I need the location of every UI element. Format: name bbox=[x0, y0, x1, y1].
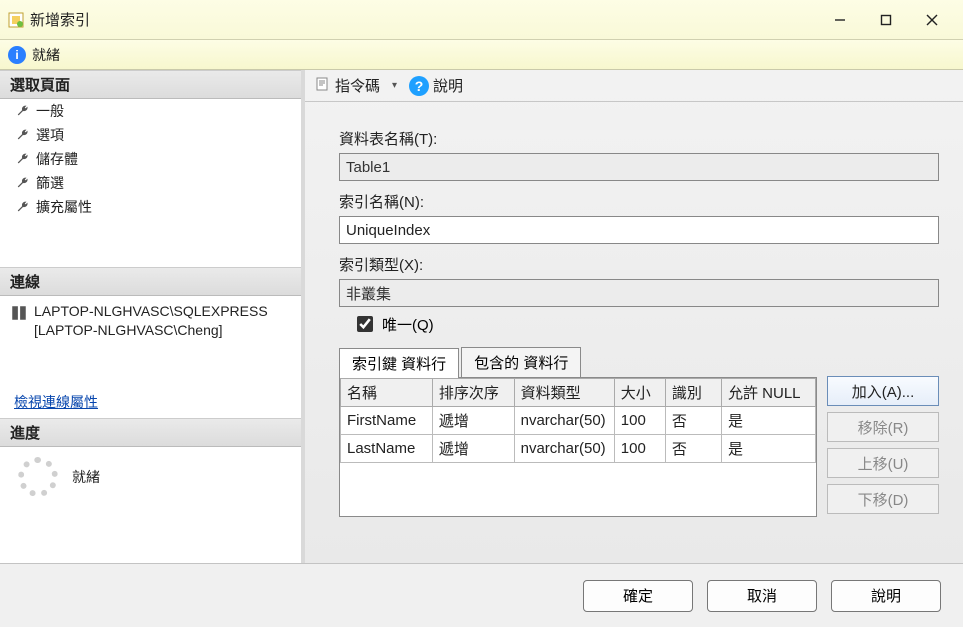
connection-item: LAPTOP-NLGHVASC\SQLEXPRESS [LAPTOP-NLGHV… bbox=[0, 296, 301, 346]
minimize-button[interactable] bbox=[817, 0, 863, 40]
close-button[interactable] bbox=[909, 0, 955, 40]
col-header-sort[interactable]: 排序次序 bbox=[432, 379, 514, 407]
script-button[interactable]: 指令碼 bbox=[311, 73, 384, 98]
progress-status: 就緒 bbox=[0, 447, 301, 507]
columns-grid[interactable]: 名稱 排序次序 資料類型 大小 識別 允許 NULL FirstName bbox=[339, 377, 817, 517]
cell-null: 是 bbox=[722, 407, 816, 435]
window-title: 新增索引 bbox=[30, 9, 90, 30]
unique-label: 唯一(Q) bbox=[382, 314, 434, 335]
move-up-button[interactable]: 上移(U) bbox=[827, 448, 939, 478]
tab-key-columns[interactable]: 索引鍵 資料行 bbox=[339, 348, 459, 378]
sidebar-page-label: 一般 bbox=[36, 101, 64, 121]
status-text: 就緒 bbox=[32, 45, 60, 65]
table-row[interactable]: FirstName 遞增 nvarchar(50) 100 否 是 bbox=[341, 407, 816, 435]
move-down-button[interactable]: 下移(D) bbox=[827, 484, 939, 514]
progress-text: 就緒 bbox=[72, 467, 100, 487]
maximize-button[interactable] bbox=[863, 0, 909, 40]
cell-name: LastName bbox=[341, 435, 433, 463]
table-row[interactable]: LastName 遞增 nvarchar(50) 100 否 是 bbox=[341, 435, 816, 463]
table-name-label: 資料表名稱(T): bbox=[339, 128, 939, 149]
sidebar-page-general[interactable]: 一般 bbox=[0, 99, 301, 123]
script-dropdown[interactable]: ▾ bbox=[392, 80, 397, 91]
sidebar-page-label: 選項 bbox=[36, 125, 64, 145]
pages-header: 選取頁面 bbox=[0, 70, 301, 99]
col-header-name[interactable]: 名稱 bbox=[341, 379, 433, 407]
cell-type: nvarchar(50) bbox=[514, 435, 614, 463]
ok-button[interactable]: 確定 bbox=[583, 580, 693, 612]
index-type-input bbox=[339, 279, 939, 307]
col-header-identity[interactable]: 識別 bbox=[665, 379, 721, 407]
col-header-null[interactable]: 允許 NULL bbox=[722, 379, 816, 407]
cell-name: FirstName bbox=[341, 407, 433, 435]
index-name-input[interactable] bbox=[339, 216, 939, 244]
view-connection-link[interactable]: 檢視連線屬性 bbox=[0, 386, 112, 418]
cell-size: 100 bbox=[614, 435, 665, 463]
script-icon bbox=[315, 76, 331, 96]
content-panel: 指令碼 ▾ ? 說明 資料表名稱(T): 索引名稱(N): 索引類型(X): 唯… bbox=[305, 70, 963, 563]
sidebar-page-label: 儲存體 bbox=[36, 149, 78, 169]
help-icon: ? bbox=[409, 76, 429, 96]
wrench-icon bbox=[16, 104, 30, 118]
tab-included-columns[interactable]: 包含的 資料行 bbox=[461, 347, 581, 377]
progress-header: 進度 bbox=[0, 418, 301, 447]
cell-sort: 遞增 bbox=[432, 435, 514, 463]
cancel-button[interactable]: 取消 bbox=[707, 580, 817, 612]
content-toolbar: 指令碼 ▾ ? 說明 bbox=[305, 70, 963, 102]
col-header-type[interactable]: 資料類型 bbox=[514, 379, 614, 407]
cell-type: nvarchar(50) bbox=[514, 407, 614, 435]
dialog-footer: 確定 取消 說明 bbox=[0, 563, 963, 627]
info-icon: i bbox=[8, 46, 26, 64]
cell-sort: 遞增 bbox=[432, 407, 514, 435]
connection-text: LAPTOP-NLGHVASC\SQLEXPRESS [LAPTOP-NLGHV… bbox=[34, 302, 291, 340]
sidebar-page-label: 擴充屬性 bbox=[36, 197, 92, 217]
cell-identity: 否 bbox=[665, 407, 721, 435]
cell-null: 是 bbox=[722, 435, 816, 463]
help-label: 說明 bbox=[433, 75, 463, 96]
server-icon bbox=[10, 304, 28, 325]
wrench-icon bbox=[16, 176, 30, 190]
help-button[interactable]: ? 說明 bbox=[405, 73, 467, 98]
sidebar-page-filter[interactable]: 篩選 bbox=[0, 171, 301, 195]
sidebar-page-storage[interactable]: 儲存體 bbox=[0, 147, 301, 171]
remove-column-button[interactable]: 移除(R) bbox=[827, 412, 939, 442]
help-button-footer[interactable]: 說明 bbox=[831, 580, 941, 612]
index-name-label: 索引名稱(N): bbox=[339, 191, 939, 212]
col-header-size[interactable]: 大小 bbox=[614, 379, 665, 407]
spinner-icon bbox=[18, 457, 58, 497]
script-label: 指令碼 bbox=[335, 75, 380, 96]
wrench-icon bbox=[16, 128, 30, 142]
sidebar-page-extended[interactable]: 擴充屬性 bbox=[0, 195, 301, 219]
connection-header: 連線 bbox=[0, 267, 301, 296]
unique-checkbox[interactable] bbox=[357, 316, 373, 332]
wrench-icon bbox=[16, 152, 30, 166]
wrench-icon bbox=[16, 200, 30, 214]
table-name-input bbox=[339, 153, 939, 181]
index-type-label: 索引類型(X): bbox=[339, 254, 939, 275]
add-column-button[interactable]: 加入(A)... bbox=[827, 376, 939, 406]
cell-size: 100 bbox=[614, 407, 665, 435]
status-bar: i 就緒 bbox=[0, 40, 963, 70]
sidebar-page-label: 篩選 bbox=[36, 173, 64, 193]
sidebar-page-options[interactable]: 選項 bbox=[0, 123, 301, 147]
sidebar: 選取頁面 一般 選項 儲存體 篩選 擴充屬性 連線 LAPTOP-NLGHVAS bbox=[0, 70, 305, 563]
titlebar: 新增索引 bbox=[0, 0, 963, 40]
cell-identity: 否 bbox=[665, 435, 721, 463]
app-icon bbox=[8, 12, 24, 28]
